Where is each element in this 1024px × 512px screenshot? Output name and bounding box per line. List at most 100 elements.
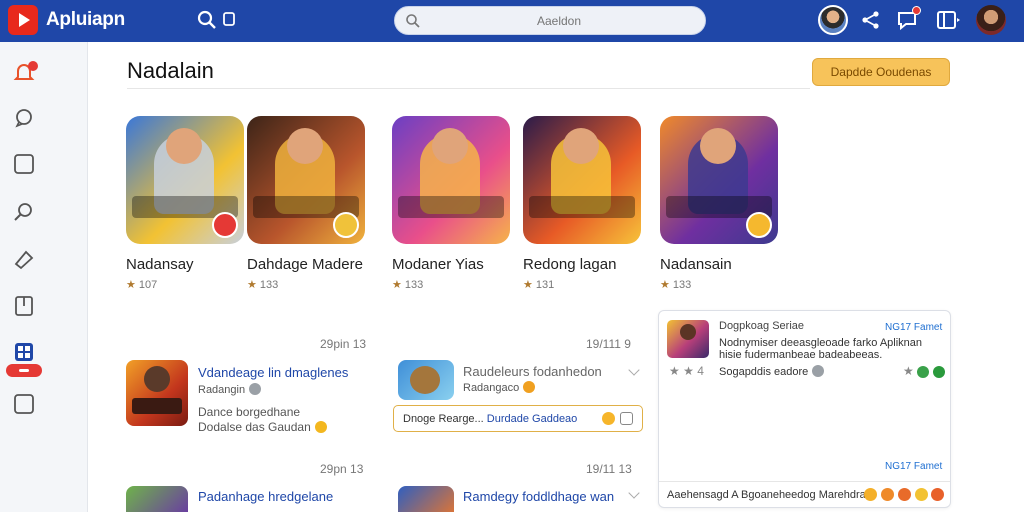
feed-item-line: Dance borgedhane bbox=[198, 405, 301, 419]
panel-title: Dogpkoag Seriae bbox=[719, 320, 805, 332]
game-title[interactable]: Redong lagan bbox=[523, 256, 616, 273]
search-icon[interactable] bbox=[196, 9, 218, 31]
game-cover[interactable] bbox=[392, 116, 510, 244]
emoji-icon[interactable] bbox=[602, 412, 615, 425]
square-icon[interactable] bbox=[12, 152, 36, 176]
app-title: Apluiapn bbox=[46, 9, 125, 30]
sidebar bbox=[0, 42, 88, 512]
panel-footer-text: Aaehensagd A Bgoaneheedog Marehdra bbox=[667, 489, 866, 501]
rating-value: 133 bbox=[672, 279, 692, 291]
reaction-icon[interactable] bbox=[931, 488, 944, 501]
feed-thumbnail[interactable] bbox=[126, 486, 188, 512]
check-icon[interactable] bbox=[933, 366, 945, 378]
star-icon[interactable]: ★ bbox=[903, 364, 914, 378]
search-side-icon[interactable] bbox=[12, 200, 36, 224]
panel-link[interactable]: NG17 Famet bbox=[885, 461, 942, 472]
bookmark-icon[interactable] bbox=[222, 9, 236, 31]
star-icon: ★ ★ bbox=[669, 364, 694, 378]
feed-date: 29pin 13 bbox=[320, 337, 367, 351]
chevron-down-icon[interactable] bbox=[628, 364, 640, 376]
feed-date: 29pn 13 bbox=[320, 462, 364, 476]
user-avatar[interactable] bbox=[976, 5, 1006, 35]
panel-status: Sogapddis eadore bbox=[719, 365, 825, 378]
game-rating: ★ 107 bbox=[126, 278, 157, 291]
star-icon: ★ bbox=[660, 279, 670, 291]
title-divider bbox=[127, 88, 810, 89]
feed-date: 19/11 13 bbox=[586, 462, 632, 476]
game-title[interactable]: Dahdage Madere bbox=[247, 256, 363, 273]
coin-icon bbox=[523, 381, 536, 393]
reply-text: Dnoge Rearge... bbox=[403, 413, 484, 425]
star-icon: ★ bbox=[392, 279, 402, 291]
rating-value: 133 bbox=[404, 279, 424, 291]
coin-icon bbox=[314, 421, 327, 433]
info-icon bbox=[812, 365, 825, 377]
reply-link[interactable]: Durdade Gaddeao bbox=[487, 413, 578, 425]
game-rating: ★ 133 bbox=[392, 278, 423, 291]
detail-panel: Dogpkoag Seriae NG17 Famet Nodnymiser de… bbox=[658, 310, 951, 508]
reaction-icon[interactable] bbox=[864, 488, 877, 501]
bell-badge bbox=[28, 61, 38, 71]
game-rating: ★ 131 bbox=[523, 278, 554, 291]
chevron-down-icon[interactable] bbox=[628, 487, 640, 499]
reply-input[interactable]: Dnoge Rearge... Durdade Gaddeao bbox=[393, 405, 643, 432]
star-icon: ★ bbox=[247, 279, 257, 291]
feed-thumbnail[interactable] bbox=[126, 360, 188, 426]
game-title[interactable]: Modaner Yias bbox=[392, 256, 484, 273]
panel-link[interactable]: NG17 Famet bbox=[885, 322, 942, 333]
feed-item-title[interactable]: Ramdegy foddldhage wan bbox=[463, 489, 614, 504]
star-icon: ★ bbox=[523, 279, 533, 291]
reaction-icon[interactable] bbox=[881, 488, 894, 501]
notification-dot bbox=[912, 6, 921, 15]
feed-item-title[interactable]: Padanhage hredgelane bbox=[198, 489, 333, 504]
star-icon: ★ bbox=[126, 279, 136, 291]
search-bar[interactable] bbox=[394, 6, 706, 35]
share-icon[interactable] bbox=[860, 9, 882, 31]
feed-item-title[interactable]: Vdandeage lin dmaglenes bbox=[198, 365, 348, 380]
game-title[interactable]: Nadansain bbox=[660, 256, 732, 273]
cta-button[interactable]: Dapdde Ooudenas bbox=[812, 58, 950, 86]
game-cover[interactable] bbox=[126, 116, 244, 244]
verified-icon bbox=[249, 383, 262, 395]
rating-value: 133 bbox=[259, 279, 279, 291]
chat-bubble-icon[interactable] bbox=[12, 106, 36, 130]
rating-value: 107 bbox=[138, 279, 158, 291]
panel-footer: Aaehensagd A Bgoaneheedog Marehdra bbox=[659, 481, 950, 507]
game-cover[interactable] bbox=[660, 116, 778, 244]
sticker-icon[interactable] bbox=[620, 412, 633, 425]
game-rating: ★ 133 bbox=[660, 278, 691, 291]
panel-description: Nodnymiser deeasgleoade farko Apliknan h… bbox=[719, 337, 923, 361]
feed-date: 19/111 9 bbox=[586, 337, 631, 351]
reaction-icon[interactable] bbox=[915, 488, 928, 501]
top-bar: Apluiapn bbox=[0, 0, 1024, 42]
game-rating: ★ 133 bbox=[247, 278, 278, 291]
tag-icon[interactable] bbox=[12, 248, 36, 272]
feed-thumbnail[interactable] bbox=[398, 486, 454, 512]
profile-avatar[interactable] bbox=[818, 5, 848, 35]
search-input[interactable] bbox=[429, 11, 689, 31]
tile-badge-icon bbox=[746, 212, 772, 238]
game-cover[interactable] bbox=[247, 116, 365, 244]
feed-item-line: Dodalse das Gaudan bbox=[198, 420, 327, 434]
layout-icon[interactable] bbox=[936, 9, 962, 31]
check-icon[interactable] bbox=[917, 366, 929, 378]
active-pill-badge bbox=[6, 364, 42, 377]
page-title: Nadalain bbox=[127, 58, 214, 83]
book-icon[interactable] bbox=[12, 294, 36, 318]
game-title[interactable]: Nadansay bbox=[126, 256, 194, 273]
game-cover[interactable] bbox=[523, 116, 641, 244]
feed-thumbnail[interactable] bbox=[398, 360, 454, 400]
app-logo-icon[interactable] bbox=[8, 5, 38, 35]
panel-thumbnail[interactable] bbox=[667, 320, 709, 358]
feed-item-title[interactable]: Raudeleurs fodanhedon bbox=[463, 364, 602, 379]
panel-rating: ★ ★ 4 bbox=[669, 364, 704, 378]
tile-badge-icon bbox=[333, 212, 359, 238]
search-field-icon bbox=[406, 14, 420, 28]
tile-badge-icon bbox=[212, 212, 238, 238]
feed-item-author: Radangaco bbox=[463, 381, 536, 394]
rating-value: 131 bbox=[535, 279, 555, 291]
reaction-icon[interactable] bbox=[898, 488, 911, 501]
square-outline-icon[interactable] bbox=[12, 392, 36, 416]
feed-item-author: Radangin bbox=[198, 383, 262, 396]
grid-app-icon[interactable] bbox=[12, 340, 36, 364]
